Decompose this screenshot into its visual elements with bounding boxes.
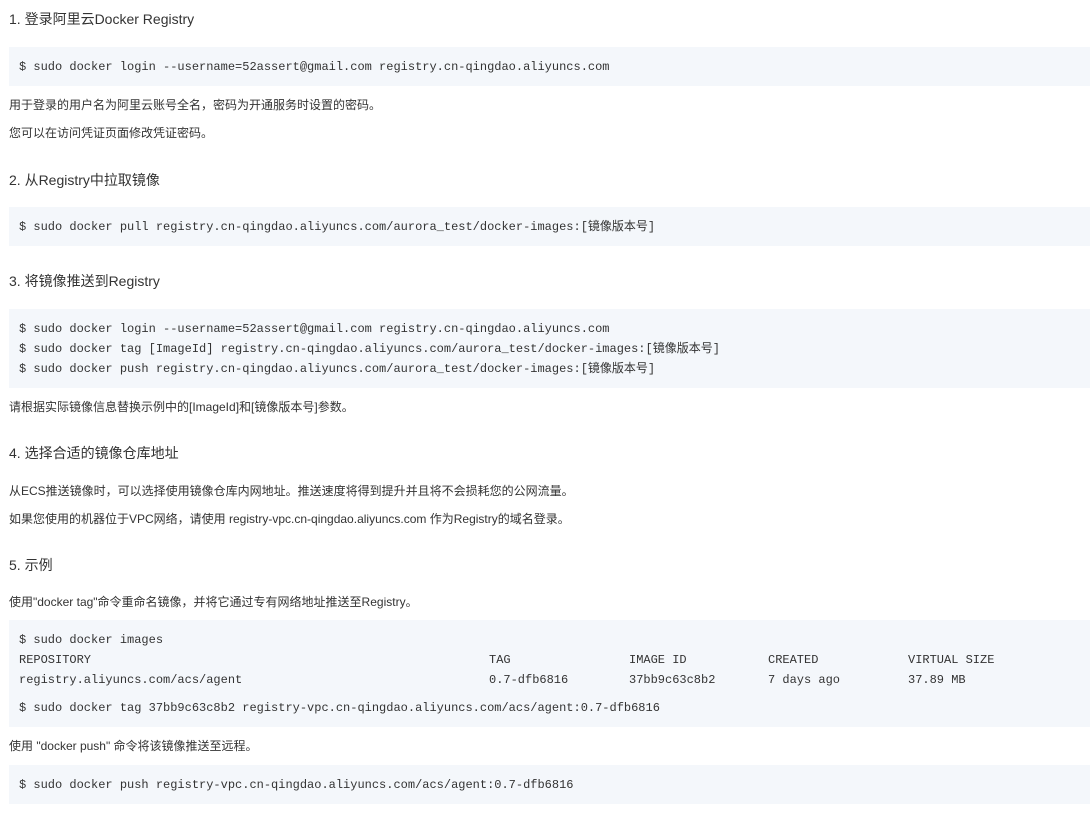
code-line[interactable]: $ sudo docker push registry.cn-qingdao.a… — [19, 361, 655, 377]
column-header-tag: TAG — [489, 653, 511, 667]
cell-virtual-size[interactable]: 37.89 MB — [908, 672, 966, 688]
code-line[interactable]: $ sudo docker login --username=52assert@… — [19, 321, 610, 337]
section-2-heading: 2. 从Registry中拉取镜像 — [9, 172, 160, 188]
section-3-code-block[interactable]: $ sudo docker login --username=52assert@… — [9, 309, 1090, 388]
code-line[interactable]: $ sudo docker pull registry.cn-qingdao.a… — [19, 219, 655, 235]
column-header-virtual-size: VIRTUAL SIZE — [908, 653, 995, 667]
code-line[interactable]: $ sudo docker push registry-vpc.cn-qingd… — [19, 777, 574, 793]
cell-repository[interactable]: registry.aliyuncs.com/acs/agent — [19, 672, 242, 688]
code-line[interactable]: $ sudo docker tag 37bb9c63c8b2 registry-… — [19, 700, 660, 716]
cell-created[interactable]: 7 days ago — [768, 672, 840, 688]
section-5-heading: 5. 示例 — [9, 557, 53, 573]
registry-guide-page: 1. 登录阿里云Docker Registry $ sudo docker lo… — [0, 0, 1090, 826]
section-4-note-2: 如果您使用的机器位于VPC网络，请使用 registry-vpc.cn-qing… — [9, 512, 570, 526]
section-1-code-block[interactable]: $ sudo docker login --username=52assert@… — [9, 47, 1090, 86]
code-line[interactable]: $ sudo docker images — [19, 632, 163, 648]
column-header-repository: REPOSITORY — [19, 653, 92, 667]
cell-tag[interactable]: 0.7-dfb6816 — [489, 672, 568, 688]
section-1-note-1: 用于登录的用户名为阿里云账号全名，密码为开通服务时设置的密码。 — [9, 98, 382, 112]
section-3-heading: 3. 将镜像推送到Registry — [9, 273, 160, 289]
column-header-created: CREATED — [768, 653, 819, 667]
section-1-note-2: 您可以在访问凭证页面修改凭证密码。 — [9, 126, 214, 140]
section-5-note: 使用"docker tag"命令重命名镜像，并将它通过专有网络地址推送至Regi… — [9, 595, 418, 609]
section-1-heading: 1. 登录阿里云Docker Registry — [9, 11, 195, 27]
section-5-push-code-block[interactable]: $ sudo docker push registry-vpc.cn-qingd… — [9, 765, 1090, 804]
section-2-code-block[interactable]: $ sudo docker pull registry.cn-qingdao.a… — [9, 207, 1090, 246]
section-3-note: 请根据实际镜像信息替换示例中的[ImageId]和[镜像版本号]参数。 — [9, 400, 354, 414]
section-5-push-note: 使用 "docker push" 命令将该镜像推送至远程。 — [9, 739, 258, 753]
section-5-example-code-block[interactable]: $ sudo docker images REPOSITORY TAG IMAG… — [9, 620, 1090, 727]
section-4-note-1: 从ECS推送镜像时，可以选择使用镜像仓库内网地址。推送速度将得到提升并且将不会损… — [9, 484, 574, 498]
cell-image-id[interactable]: 37bb9c63c8b2 — [629, 672, 715, 688]
section-4-heading: 4. 选择合适的镜像仓库地址 — [9, 445, 179, 461]
column-header-image-id: IMAGE ID — [629, 653, 687, 667]
code-line[interactable]: $ sudo docker login --username=52assert@… — [19, 59, 610, 75]
code-line[interactable]: $ sudo docker tag [ImageId] registry.cn-… — [19, 341, 720, 357]
